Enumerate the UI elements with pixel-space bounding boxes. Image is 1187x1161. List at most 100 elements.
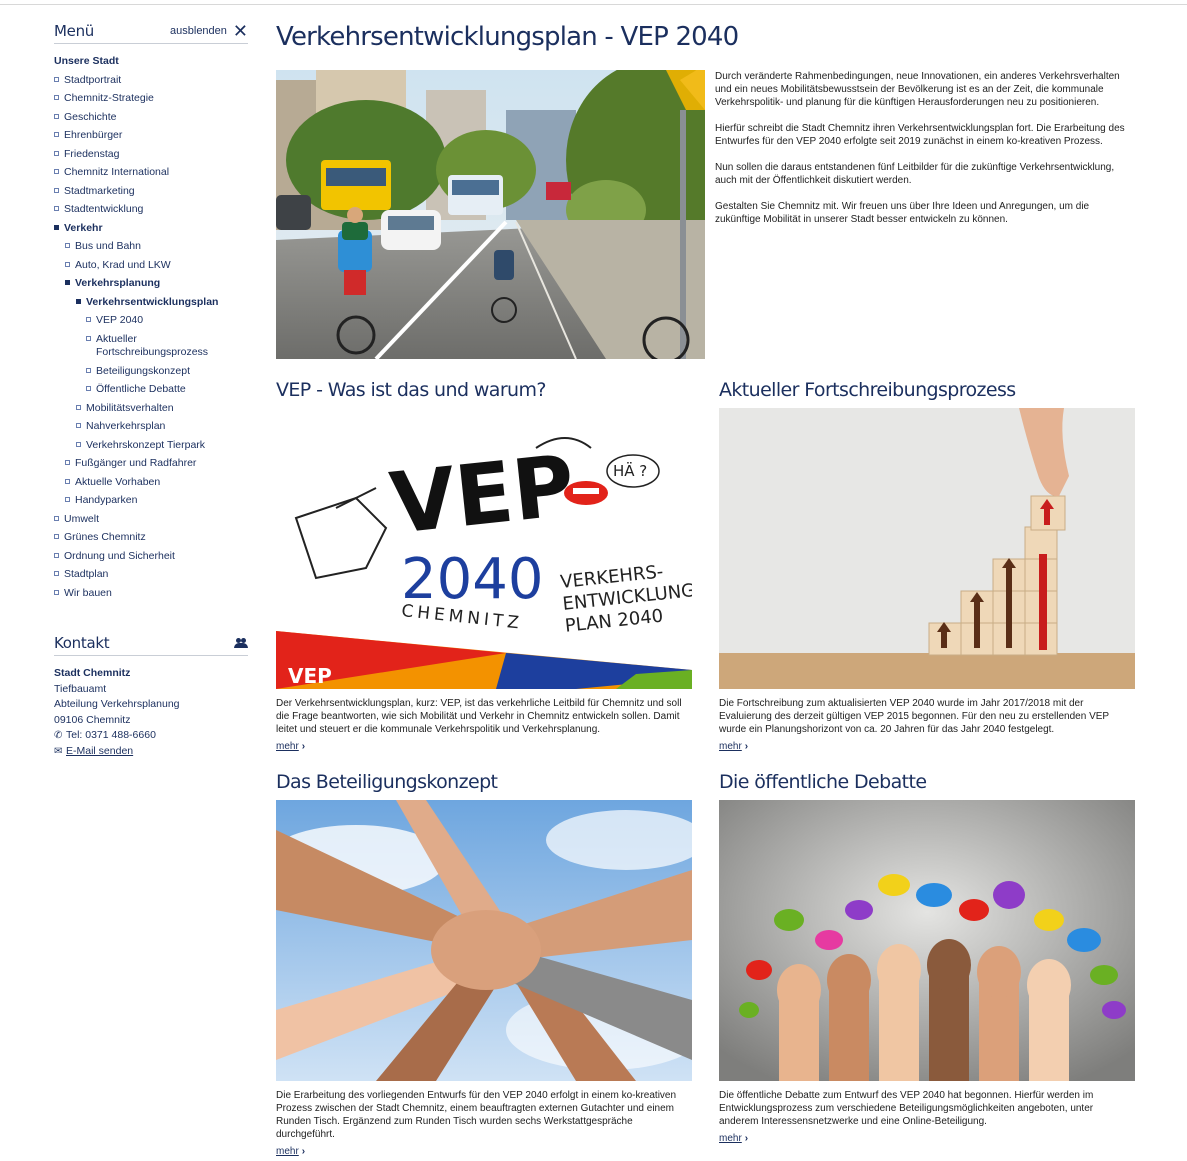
email-link[interactable]: E-Mail senden [66, 745, 133, 757]
bullet-icon [76, 441, 81, 447]
sidebar-item-label: Wir bauen [64, 586, 112, 599]
mail-icon: ✉ [54, 745, 63, 757]
sidebar-item[interactable]: Auto, Krad und LKW [54, 256, 248, 275]
sidebar-item-label: Aktueller Fortschreibungsprozess [96, 332, 209, 358]
bullet-icon [54, 224, 59, 230]
sidebar-item[interactable]: Geschichte [54, 108, 248, 127]
sidebar-nav: Unsere Stadt Stadtportrait Chemnitz-Strate… [54, 52, 248, 602]
bullet-icon [65, 243, 70, 248]
bullet-icon [54, 206, 59, 211]
sidebar-item[interactable]: Mobilitätsverhalten [54, 399, 248, 418]
card-vep-was-ist-das: VEP - Was ist das und warum? VEP HÄ ? 20… [276, 378, 692, 754]
bullet-icon [54, 534, 59, 539]
card-text: Der Verkehrsentwicklungsplan, kurz: VEP,… [276, 698, 682, 735]
sidebar-item[interactable]: Aktueller Fortschreibungsprozess [54, 330, 248, 362]
hide-menu-label: ausblenden [170, 24, 227, 37]
bullet-icon [86, 367, 91, 373]
sidebar-item[interactable]: Chemnitz International [54, 163, 248, 182]
blocks-arrows-image[interactable] [719, 408, 1135, 689]
raised-hands-image[interactable] [719, 800, 1135, 1081]
sidebar-item-label: Geschichte [64, 110, 117, 123]
sidebar-item[interactable]: Wir bauen [54, 584, 248, 603]
card-title[interactable]: VEP - Was ist das und warum? [276, 378, 692, 408]
more-link[interactable]: mehr › [719, 1133, 748, 1144]
bullet-icon [86, 317, 91, 322]
sidebar-item-label: Aktuelle Vorhaben [75, 475, 161, 488]
contact-dept: Tiefbauamt [54, 682, 107, 695]
more-link[interactable]: mehr › [276, 741, 305, 752]
vep-logo-badge: VEP [288, 664, 332, 688]
bullet-icon [76, 298, 81, 304]
sidebar-item-label: Bus und Bahn [75, 240, 141, 252]
sidebar-item-label: Mobilitätsverhalten [86, 401, 174, 414]
bullet-icon [54, 187, 59, 193]
sidebar-item-label: Ehrenbürger [64, 129, 123, 141]
sidebar-item[interactable]: Grünes Chemnitz [54, 528, 248, 547]
sidebar-item[interactable]: Ehrenbürger [54, 126, 248, 145]
hero-street-image [276, 70, 705, 359]
sidebar-item[interactable]: Beteiligungskonzept [54, 362, 248, 381]
sidebar-item-label: Ordnung und Sicherheit [64, 549, 175, 562]
bullet-icon [65, 460, 70, 465]
sidebar-item[interactable]: Friedenstag [54, 145, 248, 164]
sidebar-item[interactable]: Verkehr [54, 219, 248, 238]
sidebar-item[interactable]: Chemnitz-Strategie [54, 89, 248, 108]
street-scene-illustration [276, 70, 705, 359]
sidebar-item-label: Chemnitz-Strategie [64, 92, 154, 104]
card-title[interactable]: Das Beteiligungskonzept [276, 770, 692, 800]
sidebar-item[interactable]: Fußgänger und Radfahrer [54, 454, 248, 473]
sidebar-item[interactable]: Ordnung und Sicherheit [54, 547, 248, 566]
sidebar-item-label: Handyparken [75, 494, 138, 506]
sidebar-item[interactable]: Stadtplan [54, 565, 248, 584]
raised-hands-illustration [719, 800, 1135, 1081]
sidebar-item[interactable]: Aktuelle Vorhaben [54, 473, 248, 492]
sidebar-item-label: Stadtmarketing [64, 184, 135, 197]
chevron-right-icon: › [301, 1146, 306, 1157]
more-link[interactable]: mehr › [719, 741, 748, 752]
hands-illustration [276, 800, 692, 1081]
sidebar-item[interactable]: Nahverkehrsplan [54, 417, 248, 436]
bullet-icon [76, 423, 81, 428]
sidebar-item[interactable]: Verkehrsplanung [54, 274, 248, 293]
more-link[interactable]: mehr › [276, 1146, 305, 1157]
card-title[interactable]: Die öffentliche Debatte [719, 770, 1135, 800]
contact-org: Stadt Chemnitz [54, 667, 131, 679]
sidebar-item-label: Stadtportrait [64, 73, 122, 86]
hide-menu-button[interactable]: ausblenden ✕ [170, 20, 248, 41]
card-text: Die Erarbeitung des vorliegenden Entwurf… [276, 1090, 677, 1140]
contact-phone[interactable]: Tel: 0371 488-6660 [66, 729, 156, 741]
sidebar-item[interactable]: Verkehrsentwicklungsplan [54, 293, 248, 312]
bullet-icon [54, 113, 59, 119]
sidebar-item-label: Stadtentwicklung [64, 203, 144, 215]
close-icon: ✕ [232, 20, 248, 41]
sidebar-item-label: Fußgänger und Radfahrer [75, 457, 197, 469]
sidebar-item-label: Verkehrskonzept Tierpark [86, 438, 206, 451]
vep-logo-bubble: HÄ ? [613, 461, 647, 480]
vep-logo-image[interactable]: VEP HÄ ? 2040 CHEMNITZ VERKEHRS- ENTWICK… [276, 408, 692, 689]
sidebar-item-label: Stadtplan [64, 568, 109, 580]
sidebar-item[interactable]: Stadtmarketing [54, 182, 248, 201]
hands-together-image[interactable] [276, 800, 692, 1081]
intro-text: Durch veränderte Rahmenbedingungen, neue… [715, 70, 1133, 239]
bullet-icon [86, 335, 91, 341]
contact-phone-row: ✆ Tel: 0371 488-6660 [54, 728, 248, 744]
bullet-icon [65, 497, 70, 502]
sidebar-item[interactable]: Öffentliche Debatte [54, 380, 248, 399]
bullet-icon [54, 95, 59, 100]
intro-paragraph: Nun sollen die daraus entstandenen fünf … [715, 162, 1115, 186]
sidebar-item[interactable]: Bus und Bahn [54, 237, 248, 256]
sidebar: Menü ausblenden ✕ Unsere Stadt Stadtportr… [54, 18, 248, 759]
bullet-icon [54, 150, 59, 156]
intro-paragraph: Gestalten Sie Chemnitz mit. Wir freuen u… [715, 201, 1090, 225]
chevron-right-icon: › [744, 741, 749, 752]
sidebar-item[interactable]: Unsere Stadt [54, 52, 248, 71]
sidebar-item[interactable]: VEP 2040 [54, 311, 248, 330]
menu-header: Menü ausblenden ✕ [54, 18, 248, 44]
bullet-icon [54, 76, 59, 82]
sidebar-item[interactable]: Verkehrskonzept Tierpark [54, 436, 248, 455]
card-title[interactable]: Aktueller Fortschreibungsprozess [719, 378, 1135, 408]
sidebar-item[interactable]: Umwelt [54, 510, 248, 529]
sidebar-item[interactable]: Stadtportrait [54, 71, 248, 90]
sidebar-item[interactable]: Handyparken [54, 491, 248, 510]
sidebar-item[interactable]: Stadtentwicklung [54, 200, 248, 219]
